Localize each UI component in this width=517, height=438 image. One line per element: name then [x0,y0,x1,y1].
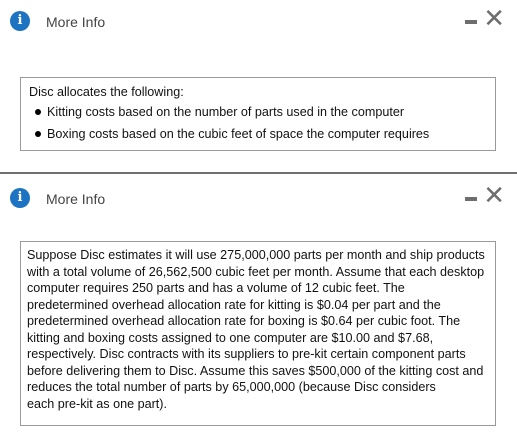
close-icon[interactable]: ✕ [483,183,505,209]
dialog-header: i More Info ✕ [0,183,517,219]
dialog-title: More Info [46,191,106,207]
dialog-header: i More Info ✕ [0,6,517,42]
text-line: each pre-kit as one part). [27,396,168,411]
text-line: before delivering them to Disc. Assume t… [27,363,484,378]
text-line: computer requires 250 parts and has a vo… [27,281,405,295]
minimize-icon[interactable] [465,197,477,201]
text-line: kitting and boxing costs assigned to one… [27,330,434,345]
text-line: predetermined overhead allocation rate f… [27,297,441,312]
list-item: Boxing costs based on the cubic feet of … [29,126,495,143]
more-info-dialog-1: i More Info ✕ Disc allocates the followi… [0,0,517,160]
more-info-dialog-2: i More Info ✕ Suppose Disc estimates it … [0,172,517,438]
intro-text: Disc allocates the following: [29,85,184,99]
close-icon[interactable]: ✕ [483,6,505,32]
dialog-content: Suppose Disc estimates it will use 275,0… [20,241,496,426]
text-line: with a total volume of 26,562,500 cubic … [27,264,485,279]
minimize-icon[interactable] [465,20,477,24]
text-line: predetermined overhead allocation rate f… [27,314,461,328]
info-icon: i [10,11,30,31]
text-line: reduces the total number of parts by 65,… [27,380,436,394]
dialog-content: Disc allocates the following: Kitting co… [20,77,496,151]
info-icon: i [10,188,30,208]
text-line: Suppose Disc estimates it will use 275,0… [27,248,485,262]
dialog-title: More Info [46,14,106,30]
bullet-list: Kitting costs based on the number of par… [29,104,495,143]
list-item: Kitting costs based on the number of par… [29,104,495,121]
text-line: respectively. Disc contracts with its su… [27,347,466,361]
